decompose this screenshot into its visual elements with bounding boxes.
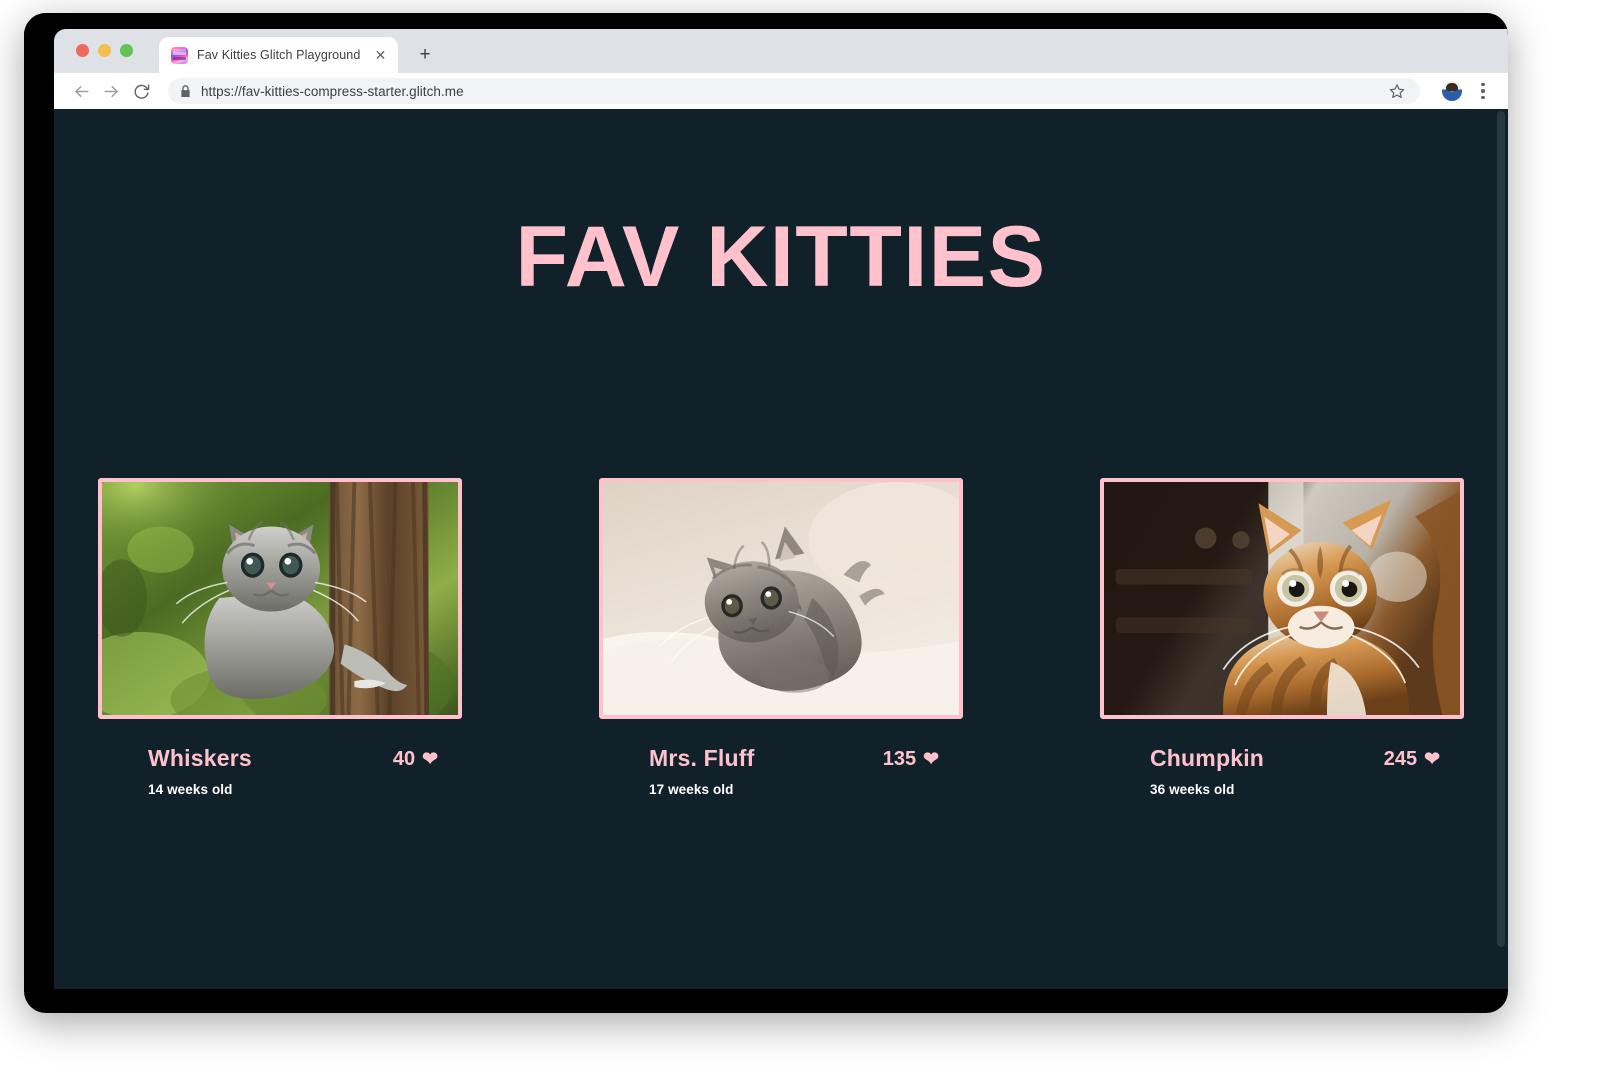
heart-icon[interactable]: ❤	[1424, 750, 1440, 769]
minimize-window-button[interactable]	[98, 44, 111, 57]
page-title: FAV KITTIES	[515, 209, 1047, 305]
arrow-left-icon[interactable]	[66, 76, 96, 106]
browser-toolbar: https://fav-kitties-compress-starter.gli…	[54, 73, 1508, 109]
star-icon[interactable]	[1386, 80, 1408, 102]
heart-icon[interactable]: ❤	[923, 750, 939, 769]
kitty-card[interactable]: Chumpkin 36 weeks old 245 ❤	[1100, 478, 1464, 797]
kitty-card[interactable]: Whiskers 14 weeks old 40 ❤	[98, 478, 462, 797]
browser-window: Fav Kitties Glitch Playground ✕ + https:…	[24, 13, 1508, 1013]
browser-chrome: Fav Kitties Glitch Playground ✕ + https:…	[24, 13, 1508, 109]
browser-tab[interactable]: Fav Kitties Glitch Playground ✕	[159, 37, 398, 73]
kitty-age: 36 weeks old	[1150, 782, 1235, 798]
lock-icon	[180, 84, 191, 98]
kebab-menu-icon[interactable]	[1472, 80, 1494, 102]
window-controls[interactable]	[76, 44, 133, 57]
glitch-favicon-icon	[171, 46, 188, 64]
like-count: 245	[1383, 748, 1418, 770]
kitty-card-meta: Chumpkin 36 weeks old 245 ❤	[1100, 746, 1464, 797]
screenshot-root: Fav Kitties Glitch Playground ✕ + https:…	[0, 0, 1622, 1085]
close-window-button[interactable]	[76, 44, 89, 57]
page-content: FAV KITTIES Whiskers 14 weeks old 40 ❤ M…	[54, 109, 1508, 989]
arrow-right-icon[interactable]	[96, 76, 126, 106]
tab-title: Fav Kitties Glitch Playground	[197, 48, 361, 62]
like-count: 40	[392, 748, 416, 770]
new-tab-button[interactable]: +	[412, 41, 438, 67]
kitty-card-meta: Whiskers 14 weeks old 40 ❤	[98, 746, 462, 797]
avatar[interactable]	[1442, 81, 1462, 101]
like-counter[interactable]: 40 ❤	[393, 748, 438, 771]
reload-icon[interactable]	[126, 76, 156, 106]
scrollbar-thumb[interactable]	[1497, 111, 1505, 947]
page-scrollbar[interactable]	[1494, 109, 1508, 989]
kitty-name: Chumpkin	[1150, 745, 1265, 771]
kitten-tree-photo	[102, 482, 458, 715]
like-counter[interactable]: 245 ❤	[1384, 748, 1440, 771]
address-bar[interactable]: https://fav-kitties-compress-starter.gli…	[168, 78, 1420, 104]
page-viewport: FAV KITTIES Whiskers 14 weeks old 40 ❤ M…	[54, 109, 1508, 989]
tab-strip: Fav Kitties Glitch Playground ✕ +	[54, 29, 1508, 73]
kitten-bed-photo	[603, 482, 959, 715]
kitty-photo-whiskers[interactable]	[98, 478, 462, 719]
zoom-window-button[interactable]	[120, 44, 133, 57]
kitty-photo-mrs-fluff[interactable]	[599, 478, 963, 719]
close-icon[interactable]: ✕	[371, 46, 390, 65]
kitty-identity: Whiskers 14 weeks old	[148, 746, 252, 797]
kitty-card[interactable]: Mrs. Fluff 17 weeks old 135 ❤	[599, 478, 963, 797]
kitty-name: Mrs. Fluff	[649, 745, 755, 771]
kitty-age: 14 weeks old	[148, 782, 233, 798]
kitty-card-grid: Whiskers 14 weeks old 40 ❤ Mrs. Fluff 17…	[98, 478, 1464, 797]
kitty-card-meta: Mrs. Fluff 17 weeks old 135 ❤	[599, 746, 963, 797]
kitty-photo-chumpkin[interactable]	[1100, 478, 1464, 719]
cat-indoor-photo	[1104, 482, 1460, 715]
heart-icon[interactable]: ❤	[422, 750, 438, 769]
kitty-name: Whiskers	[148, 745, 252, 771]
kitty-identity: Chumpkin 36 weeks old	[1150, 746, 1264, 797]
url-text: https://fav-kitties-compress-starter.gli…	[201, 83, 464, 99]
kitty-age: 17 weeks old	[649, 782, 734, 798]
kitty-identity: Mrs. Fluff 17 weeks old	[649, 746, 755, 797]
like-counter[interactable]: 135 ❤	[883, 748, 939, 771]
like-count: 135	[882, 748, 917, 770]
